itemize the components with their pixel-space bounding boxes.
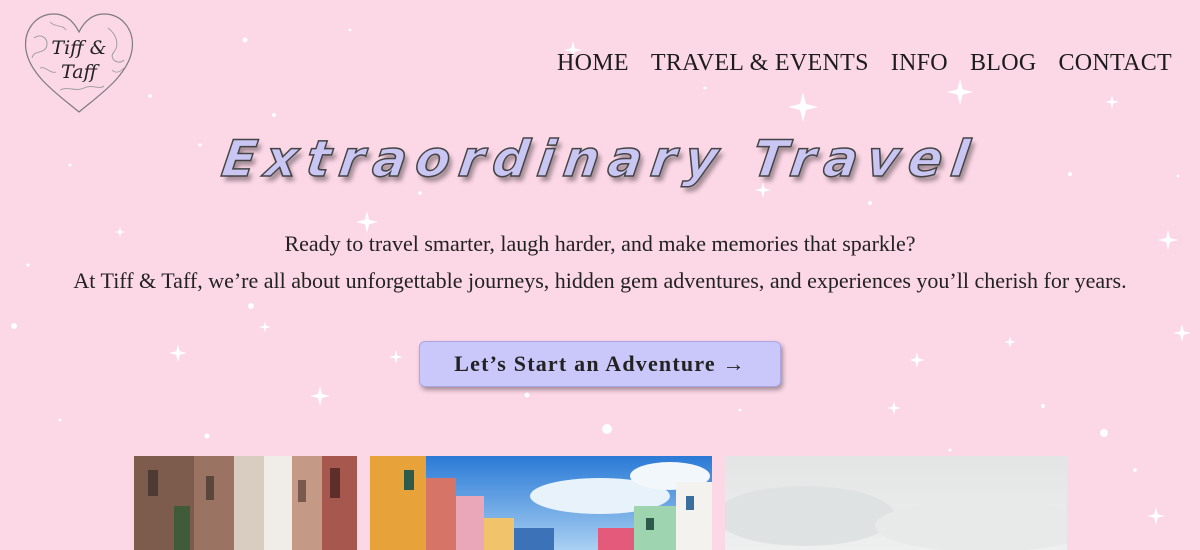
nav-blog[interactable]: Blog (970, 50, 1037, 77)
logo-line-2: Taff (61, 61, 97, 83)
hero-title: Extraordinary Travel (218, 129, 983, 189)
nav-home[interactable]: Home (557, 50, 629, 77)
sky-image (725, 456, 1067, 550)
site-logo[interactable]: Tiff & Taff (20, 8, 138, 118)
gallery-photo-alley[interactable] (134, 456, 357, 550)
hero-line-2: At Tiff & Taff, we’re all about unforget… (73, 268, 1127, 293)
main-nav: Home Travel & Events Info Blog Contact (557, 50, 1172, 77)
nav-travel-events[interactable]: Travel & Events (651, 50, 869, 77)
start-adventure-button[interactable]: Let’s Start an Adventure → (419, 341, 781, 387)
hero-description: Ready to travel smarter, laugh harder, a… (60, 225, 1140, 299)
gallery-photo-sky[interactable] (725, 456, 1067, 550)
alley-image (134, 456, 357, 550)
hero-line-1: Ready to travel smarter, laugh harder, a… (284, 231, 916, 256)
photo-gallery (0, 456, 1200, 550)
colorful-houses-image (370, 456, 712, 550)
logo-line-1: Tiff & (51, 37, 107, 59)
logo-text: Tiff & Taff (20, 36, 138, 84)
nav-contact[interactable]: Contact (1058, 50, 1172, 77)
nav-info[interactable]: Info (891, 50, 948, 77)
gallery-photo-colorful-houses[interactable] (370, 456, 712, 550)
